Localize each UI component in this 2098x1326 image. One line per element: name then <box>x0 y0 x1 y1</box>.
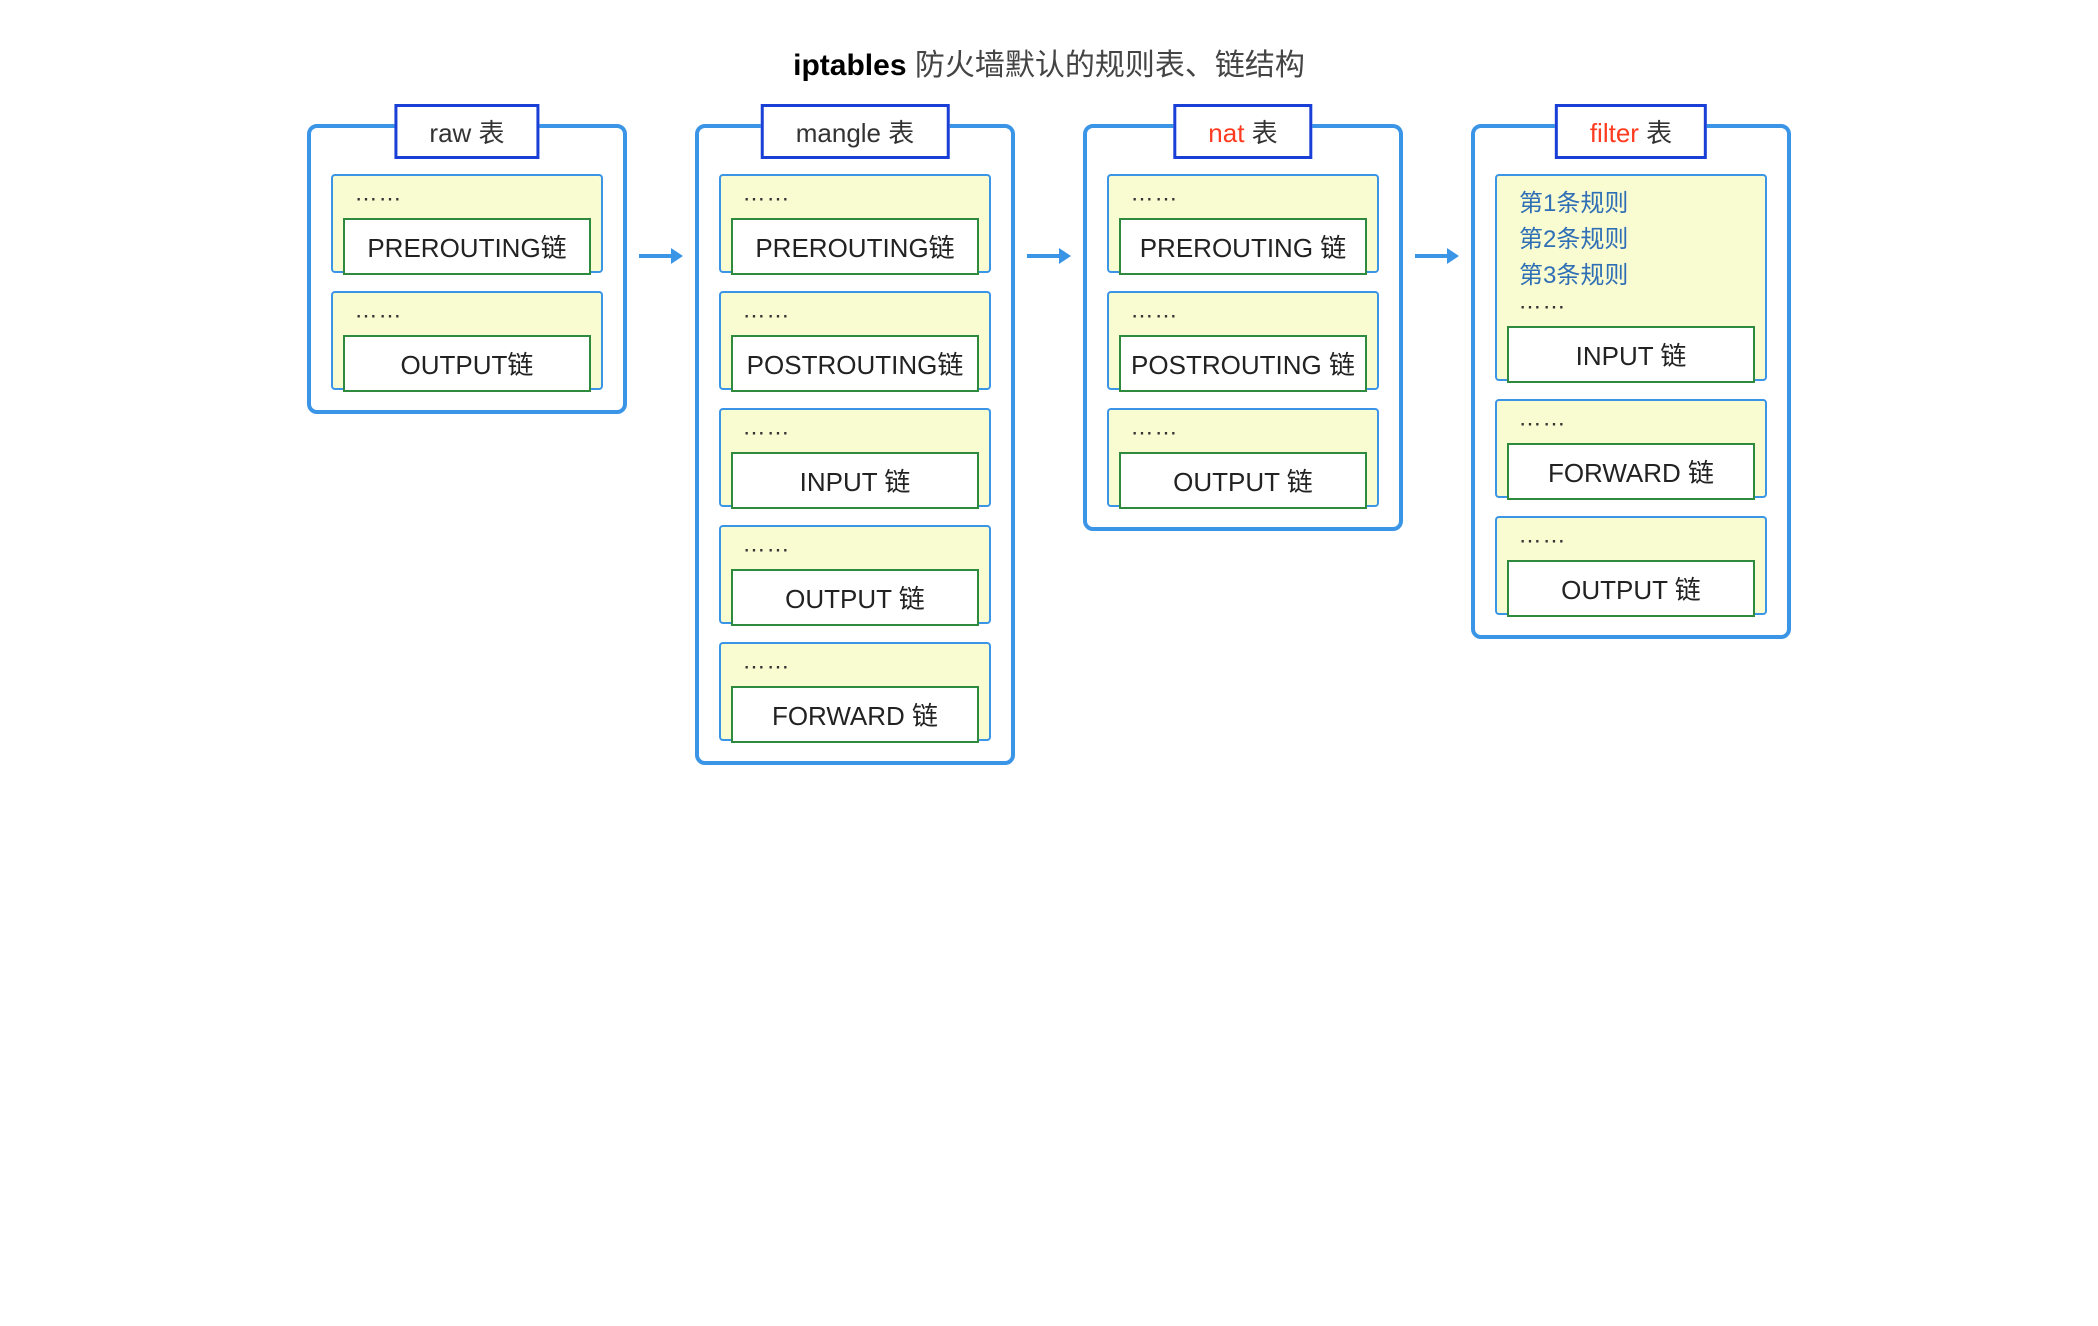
chain-name: PREROUTING 链 <box>1119 218 1367 275</box>
chain-block: ⋯⋯ PREROUTING链 <box>331 174 603 273</box>
chain-block: ⋯⋯ OUTPUT 链 <box>1107 408 1379 507</box>
ellipsis: ⋯⋯ <box>1123 303 1363 329</box>
chain-block: ⋯⋯ PREROUTING 链 <box>1107 174 1379 273</box>
table-filter: filter 表第1条规则第2条规则第3条规则⋯⋯INPUT 链⋯⋯FORWAR… <box>1471 124 1791 639</box>
ellipsis: ⋯⋯ <box>347 186 587 212</box>
ellipsis: ⋯⋯ <box>735 303 975 329</box>
chain-name: PREROUTING链 <box>731 218 979 275</box>
chain-block: ⋯⋯ OUTPUT 链 <box>1495 516 1767 615</box>
table-nat: nat 表⋯⋯PREROUTING 链⋯⋯POSTROUTING 链⋯⋯OUTP… <box>1083 124 1403 531</box>
ellipsis: ⋯⋯ <box>735 537 975 563</box>
chain-name: FORWARD 链 <box>1507 443 1755 500</box>
table-raw: raw 表⋯⋯PREROUTING链⋯⋯OUTPUT链 <box>307 124 627 414</box>
table-mangle: mangle 表⋯⋯PREROUTING链⋯⋯POSTROUTING链⋯⋯INP… <box>695 124 1015 765</box>
table-label-name: mangle <box>796 118 881 148</box>
table-label: raw 表 <box>394 104 539 159</box>
chain-block: ⋯⋯ FORWARD 链 <box>1495 399 1767 498</box>
chain-block: ⋯⋯ POSTROUTING 链 <box>1107 291 1379 390</box>
chain-block: ⋯⋯ OUTPUT链 <box>331 291 603 390</box>
chain-name: OUTPUT链 <box>343 335 591 392</box>
ellipsis: ⋯⋯ <box>1511 411 1751 437</box>
ellipsis: ⋯⋯ <box>1123 186 1363 212</box>
ellipsis: ⋯⋯ <box>347 303 587 329</box>
chain-name: POSTROUTING 链 <box>1119 335 1367 392</box>
table-label-name: filter <box>1590 118 1639 148</box>
table-label-suffix: 表 <box>471 118 504 148</box>
chain-name: INPUT 链 <box>1507 326 1755 383</box>
chain-name: OUTPUT 链 <box>1119 452 1367 509</box>
diagram-title: iptables 防火墙默认的规则表、链结构 <box>40 40 2058 84</box>
ellipsis: ⋯⋯ <box>1123 420 1363 446</box>
ellipsis: ⋯⋯ <box>735 420 975 446</box>
chain-block: ⋯⋯ POSTROUTING链 <box>719 291 991 390</box>
title-rest: 防火墙默认的规则表、链结构 <box>907 49 1305 82</box>
table-label: mangle 表 <box>761 104 950 159</box>
chain-block: ⋯⋯ INPUT 链 <box>719 408 991 507</box>
ellipsis: ⋯⋯ <box>735 654 975 680</box>
table-label-suffix: 表 <box>881 118 914 148</box>
chain-block: ⋯⋯ PREROUTING链 <box>719 174 991 273</box>
ellipsis: ⋯⋯ <box>1511 294 1751 320</box>
arrow-icon <box>1413 244 1461 268</box>
chain-name: INPUT 链 <box>731 452 979 509</box>
arrow-icon <box>637 244 685 268</box>
table-label: filter 表 <box>1555 104 1707 159</box>
chain-name: PREROUTING链 <box>343 218 591 275</box>
ellipsis: ⋯⋯ <box>735 186 975 212</box>
table-label-name: raw <box>429 118 471 148</box>
chain-block: ⋯⋯ OUTPUT 链 <box>719 525 991 624</box>
table-label-name: nat <box>1208 118 1244 148</box>
chain-name: OUTPUT 链 <box>731 569 979 626</box>
chain-name: POSTROUTING链 <box>731 335 979 392</box>
rule-line: 第3条规则 <box>1511 258 1751 294</box>
chain-block: ⋯⋯ FORWARD 链 <box>719 642 991 741</box>
chain-name: OUTPUT 链 <box>1507 560 1755 617</box>
title-bold: iptables <box>793 49 906 82</box>
tables-row: raw 表⋯⋯PREROUTING链⋯⋯OUTPUT链mangle 表⋯⋯PRE… <box>40 124 2058 765</box>
chain-name: FORWARD 链 <box>731 686 979 743</box>
rule-line: 第1条规则 <box>1511 186 1751 222</box>
ellipsis: ⋯⋯ <box>1511 528 1751 554</box>
table-label-suffix: 表 <box>1244 118 1277 148</box>
table-label: nat 表 <box>1173 104 1312 159</box>
rule-line: 第2条规则 <box>1511 222 1751 258</box>
arrow-icon <box>1025 244 1073 268</box>
chain-block: 第1条规则第2条规则第3条规则⋯⋯ INPUT 链 <box>1495 174 1767 381</box>
table-label-suffix: 表 <box>1639 118 1672 148</box>
